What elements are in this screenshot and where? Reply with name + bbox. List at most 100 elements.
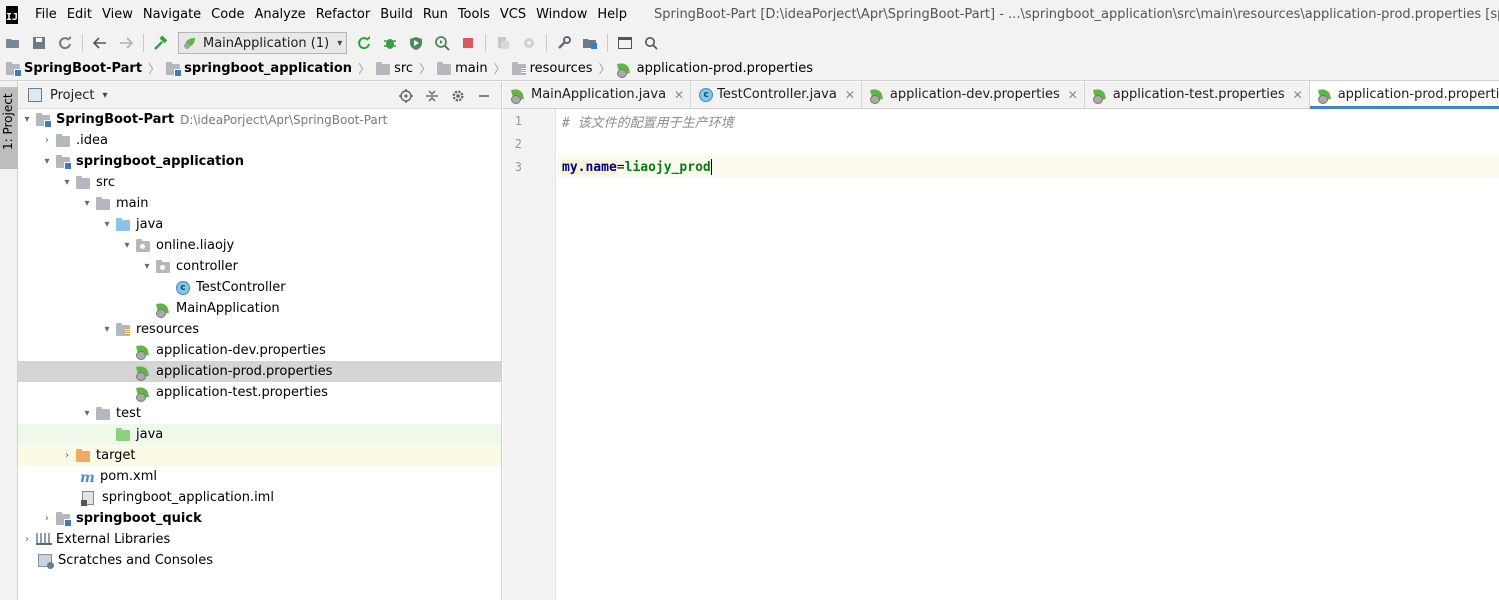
tree-item-src[interactable]: ▾ src bbox=[18, 172, 501, 193]
close-icon[interactable]: ✕ bbox=[1068, 88, 1078, 102]
code-editor[interactable]: 1 2 3 # 该文件的配置用于生产环境 my.name = liaojy_prod bbox=[503, 109, 1499, 600]
chevron-down-icon[interactable]: ▾ bbox=[100, 323, 114, 337]
breadcrumb-item-springboot-application[interactable]: springboot_application bbox=[166, 61, 352, 77]
menu-tools[interactable]: Tools bbox=[453, 0, 495, 29]
scratches-icon bbox=[38, 553, 54, 569]
folder-icon bbox=[56, 133, 72, 148]
chevron-right-icon[interactable]: › bbox=[60, 449, 74, 463]
menu-build[interactable]: Build bbox=[375, 0, 418, 29]
save-icon[interactable] bbox=[28, 32, 50, 54]
vcs-update-icon[interactable] bbox=[492, 32, 514, 54]
close-icon[interactable]: ✕ bbox=[845, 88, 855, 102]
vcs-commit-icon[interactable] bbox=[518, 32, 540, 54]
tree-label: SpringBoot-Part bbox=[56, 112, 175, 127]
minimize-icon[interactable] bbox=[473, 85, 495, 107]
chevron-down-icon[interactable]: ▾ bbox=[20, 113, 34, 127]
chevron-down-icon[interactable]: ▾ bbox=[80, 197, 94, 211]
tree-item-resources[interactable]: ▾ resources bbox=[18, 319, 501, 340]
menu-analyze[interactable]: Analyze bbox=[249, 0, 310, 29]
chevron-down-icon[interactable]: ▾ bbox=[140, 260, 154, 274]
gear-icon[interactable] bbox=[447, 85, 469, 107]
code-line-3[interactable]: my.name = liaojy_prod bbox=[557, 156, 1499, 178]
chevron-down-icon[interactable]: ▾ bbox=[102, 90, 107, 101]
tree-item-external-libraries[interactable]: › External Libraries bbox=[18, 529, 501, 550]
tree-item-springboot-quick[interactable]: › springboot_quick bbox=[18, 508, 501, 529]
menu-view[interactable]: View bbox=[97, 0, 138, 29]
close-icon[interactable]: ✕ bbox=[1293, 88, 1303, 102]
tree-item-mainapplication[interactable]: MainApplication bbox=[18, 298, 501, 319]
chevron-down-icon[interactable]: ▾ bbox=[60, 176, 74, 190]
profile-icon[interactable] bbox=[431, 32, 453, 54]
tree-item-online-liaojy[interactable]: ▾ online.liaojy bbox=[18, 235, 501, 256]
tree-item-pom-xml[interactable]: m pom.xml bbox=[18, 466, 501, 487]
chevron-right-icon[interactable]: › bbox=[40, 512, 54, 526]
tree-item-java-source[interactable]: ▾ java bbox=[18, 214, 501, 235]
breadcrumb-item-src[interactable]: src bbox=[376, 61, 413, 76]
menu-edit[interactable]: Edit bbox=[62, 0, 97, 29]
project-tool-window-button[interactable]: 1: Project bbox=[0, 87, 18, 169]
forward-icon[interactable] bbox=[115, 32, 137, 54]
tab-application-test-properties[interactable]: application-test.properties ✕ bbox=[1085, 81, 1310, 108]
tree-item-application-dev-properties[interactable]: application-dev.properties bbox=[18, 340, 501, 361]
close-icon[interactable]: ✕ bbox=[674, 88, 684, 102]
tree-item-controller[interactable]: ▾ controller bbox=[18, 256, 501, 277]
project-structure-icon[interactable] bbox=[579, 32, 601, 54]
menu-run[interactable]: Run bbox=[418, 0, 453, 29]
chevron-down-icon[interactable]: ▾ bbox=[40, 155, 54, 169]
menu-navigate[interactable]: Navigate bbox=[138, 0, 206, 29]
breadcrumb-item-resources[interactable]: resources bbox=[511, 61, 593, 76]
coverage-icon[interactable] bbox=[405, 32, 427, 54]
tab-application-prod-properties[interactable]: application-prod.properties ✕ bbox=[1309, 81, 1499, 109]
breadcrumb: SpringBoot-Part 〉 springboot_application… bbox=[0, 57, 1499, 81]
chevron-down-icon[interactable]: ▾ bbox=[100, 218, 114, 232]
tab-application-dev-properties[interactable]: application-dev.properties ✕ bbox=[862, 81, 1085, 108]
sync-icon[interactable] bbox=[54, 32, 76, 54]
menu-vcs[interactable]: VCS bbox=[495, 0, 531, 29]
breadcrumb-item-application-prod-properties[interactable]: application-prod.properties bbox=[616, 61, 813, 78]
chevron-down-icon[interactable]: ▾ bbox=[80, 407, 94, 421]
settings-wrench-icon[interactable] bbox=[553, 32, 575, 54]
menu-file[interactable]: File bbox=[30, 0, 62, 29]
chevron-right-icon[interactable]: › bbox=[20, 533, 34, 547]
back-icon[interactable] bbox=[89, 32, 111, 54]
menu-code[interactable]: Code bbox=[206, 0, 249, 29]
tree-item-application-prod-properties[interactable]: application-prod.properties bbox=[18, 361, 501, 382]
stop-icon[interactable] bbox=[457, 32, 479, 54]
code-line-2[interactable] bbox=[557, 133, 1499, 155]
tree-item-testcontroller[interactable]: c TestController bbox=[18, 277, 501, 298]
breadcrumb-item-main[interactable]: main bbox=[437, 61, 488, 76]
rerun-icon[interactable] bbox=[353, 32, 375, 54]
breadcrumb-item-springboot-part[interactable]: SpringBoot-Part bbox=[6, 61, 142, 77]
tree-item-idea[interactable]: › .idea bbox=[18, 130, 501, 151]
chevron-down-icon[interactable]: ▾ bbox=[120, 239, 134, 253]
code-line-1[interactable]: # 该文件的配置用于生产环境 bbox=[557, 110, 1499, 132]
tree-item-test[interactable]: ▾ test bbox=[18, 403, 501, 424]
locate-file-icon[interactable] bbox=[395, 85, 417, 107]
build-icon[interactable] bbox=[150, 32, 172, 54]
tab-mainapplication-java[interactable]: MainApplication.java ✕ bbox=[503, 81, 692, 108]
project-view-title[interactable]: Project bbox=[50, 88, 94, 103]
menu-window[interactable]: Window bbox=[531, 0, 592, 29]
spring-properties-icon bbox=[1092, 88, 1109, 104]
debug-icon[interactable] bbox=[379, 32, 401, 54]
tree-item-target[interactable]: › target bbox=[18, 445, 501, 466]
tree-item-main[interactable]: ▾ main bbox=[18, 193, 501, 214]
folder-open-icon[interactable] bbox=[2, 32, 24, 54]
project-panel-tools bbox=[391, 82, 495, 109]
tree-item-springboot-application-iml[interactable]: springboot_application.iml bbox=[18, 487, 501, 508]
tree-item-application-test-properties[interactable]: application-test.properties bbox=[18, 382, 501, 403]
collapse-all-icon[interactable] bbox=[421, 85, 443, 107]
tab-testcontroller-java[interactable]: c TestController.java ✕ bbox=[691, 81, 862, 108]
menu-help[interactable]: Help bbox=[592, 0, 632, 29]
tree-item-springboot-part[interactable]: ▾ SpringBoot-Part D:\ideaPorject\Apr\Spr… bbox=[18, 109, 501, 130]
run-configuration-select[interactable]: MainApplication (1) ▾ bbox=[178, 32, 348, 54]
tree-item-java-test[interactable]: java bbox=[18, 424, 501, 445]
tree-item-scratches-and-consoles[interactable]: Scratches and Consoles bbox=[18, 550, 501, 571]
search-icon[interactable] bbox=[640, 32, 662, 54]
terminal-icon[interactable] bbox=[614, 32, 636, 54]
tree-item-springboot-application[interactable]: ▾ springboot_application bbox=[18, 151, 501, 172]
package-icon bbox=[136, 238, 152, 253]
tab-label: application-test.properties bbox=[1112, 87, 1285, 102]
chevron-right-icon[interactable]: › bbox=[40, 134, 54, 148]
menu-refactor[interactable]: Refactor bbox=[311, 0, 376, 29]
